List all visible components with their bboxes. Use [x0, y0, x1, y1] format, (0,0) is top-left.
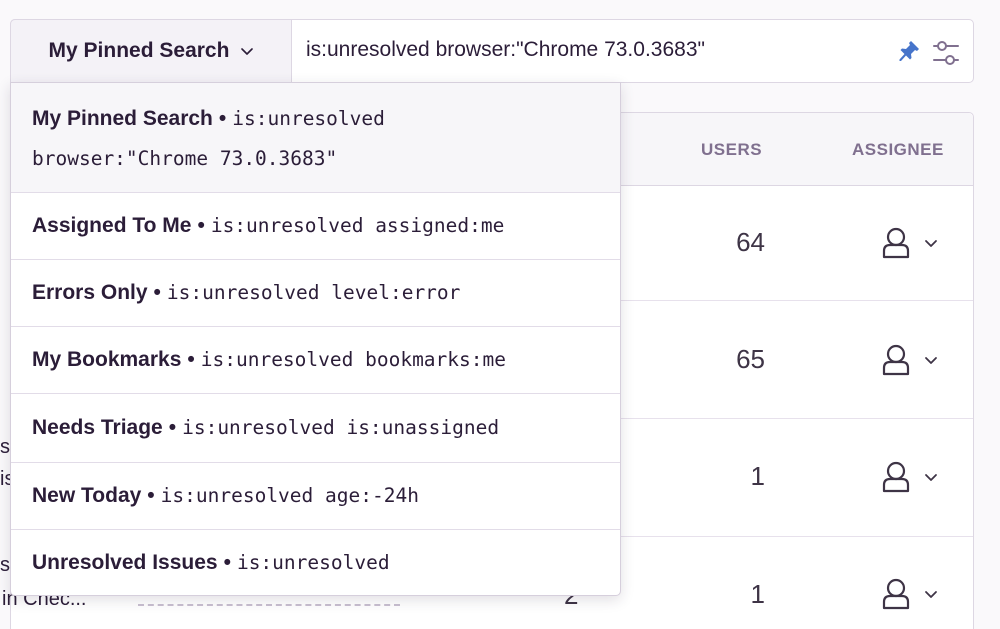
user-count: 65: [736, 344, 765, 374]
user-count: 64: [736, 227, 765, 257]
saved-search-name: My Pinned Search: [32, 107, 213, 130]
issues-page: My Pinned Search is:unresolved browser:"…: [0, 0, 1000, 629]
issue-text-fragment: s: [0, 554, 10, 576]
saved-search-item-errors-only[interactable]: Errors Only • is:unresolved level:error: [11, 260, 620, 327]
saved-searches-menu: My Pinned Search • is:unresolved browser:"…: [10, 82, 621, 596]
saved-search-item-my-bookmarks[interactable]: My Bookmarks • is:unresolved bookmarks:me: [11, 327, 620, 394]
saved-search-query: is:unresolved assigned:me: [210, 214, 505, 237]
saved-search-name: Assigned To Me: [32, 214, 192, 237]
saved-search-name: New Today: [32, 484, 142, 507]
chevron-down-icon: [925, 357, 937, 364]
saved-search-query: is:unresolved level:error: [166, 281, 461, 304]
saved-search-name: Unresolved Issues: [32, 550, 218, 574]
user-icon: [882, 227, 910, 259]
saved-search-query: is:unresolved is:unassigned: [182, 416, 500, 439]
assignee-selector[interactable]: [878, 225, 958, 261]
users-column-header[interactable]: USERS: [701, 140, 762, 160]
saved-search-name: Needs Triage: [32, 416, 163, 439]
saved-search-query: is:unresolved bookmarks:me: [200, 348, 506, 371]
user-icon: [882, 461, 910, 493]
separator-dot: •: [153, 281, 161, 304]
user-count: 1: [750, 579, 765, 609]
saved-search-item-my-pinned-search[interactable]: My Pinned Search • is:unresolved browser:"…: [11, 83, 620, 193]
user-icon: [882, 344, 910, 376]
assignee-column-header: ASSIGNEE: [852, 140, 944, 159]
chevron-down-icon: [925, 474, 937, 481]
separator-dot: •: [147, 484, 155, 507]
saved-search-query: is:unresolved: [236, 550, 390, 574]
saved-search-item-assigned-to-me[interactable]: Assigned To Me • is:unresolved assigned:me: [11, 193, 620, 260]
separator-dot: •: [168, 416, 177, 439]
saved-search-item-unresolved-issues[interactable]: Unresolved Issues • is:unresolved: [11, 530, 620, 595]
chevron-down-icon: [241, 48, 254, 55]
assignee-selector[interactable]: [878, 576, 958, 612]
pin-icon[interactable]: [898, 40, 920, 62]
separator-dot: •: [197, 214, 205, 237]
search-bar: My Pinned Search is:unresolved browser:"…: [10, 19, 974, 83]
saved-search-name: Errors Only: [32, 281, 148, 304]
separator-dot: •: [218, 107, 227, 130]
chevron-down-icon: [925, 591, 937, 598]
saved-search-item-needs-triage[interactable]: Needs Triage • is:unresolved is:unassigned: [11, 394, 620, 463]
separator-dot: •: [187, 348, 195, 371]
saved-search-query: is:unresolved age:-24h: [160, 484, 419, 507]
dashed-divider: [138, 604, 400, 606]
chevron-down-icon: [925, 240, 937, 247]
saved-search-name: My Bookmarks: [32, 348, 182, 371]
saved-search-query: browser:"Chrome 73.0.3683": [32, 147, 338, 170]
saved-search-query: is:unresolved: [232, 107, 385, 130]
user-count: 1: [750, 461, 765, 491]
user-icon: [882, 578, 910, 610]
issue-text-fragment: s: [0, 436, 10, 458]
saved-search-item-new-today[interactable]: New Today • is:unresolved age:-24h: [11, 463, 620, 530]
sliders-icon[interactable]: [932, 40, 960, 66]
saved-search-dropdown-button[interactable]: My Pinned Search: [10, 19, 292, 83]
separator-dot: •: [223, 550, 231, 574]
search-input[interactable]: is:unresolved browser:"Chrome 73.0.3683": [306, 38, 705, 62]
saved-search-label: My Pinned Search: [48, 39, 230, 62]
assignee-selector[interactable]: [878, 459, 958, 495]
assignee-selector[interactable]: [878, 342, 958, 378]
